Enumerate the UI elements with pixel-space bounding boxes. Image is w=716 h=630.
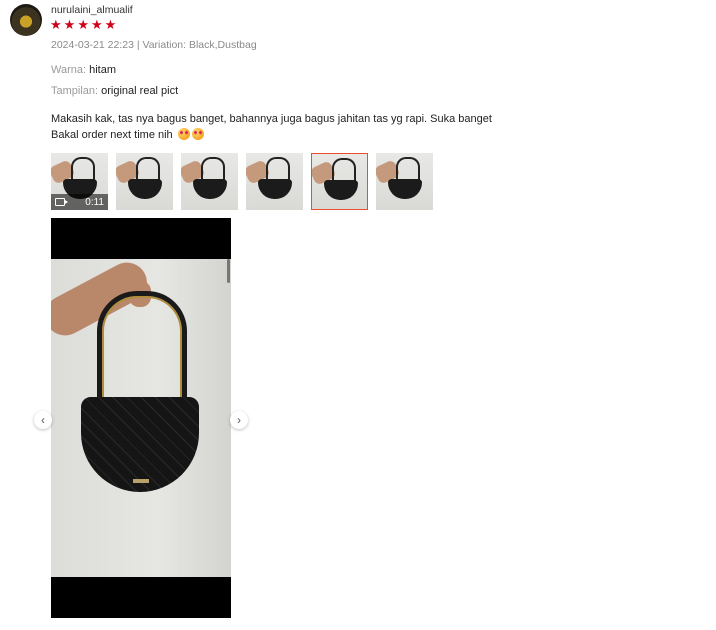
image-thumbnail[interactable]	[376, 153, 433, 210]
attribute-key: Warna:	[51, 64, 87, 76]
image-thumbnail[interactable]	[116, 153, 173, 210]
review-meta: 2024-03-21 22:23 | Variation: Black,Dust…	[51, 39, 257, 51]
chevron-left-icon[interactable]: ‹	[34, 411, 52, 429]
viewer-scrollbar[interactable]	[227, 259, 230, 283]
avatar[interactable]	[10, 4, 42, 36]
reviewer-username: nurulaini_almualif	[51, 4, 133, 16]
rating-stars: ★ ★ ★ ★ ★	[50, 18, 116, 32]
comment-line: Bakal order next time nih	[51, 129, 173, 141]
comment-line: Makasih kak, tas nya bagus banget, bahan…	[51, 113, 492, 125]
star-icon: ★	[90, 17, 103, 32]
heart-eyes-emoji-icon	[177, 128, 190, 140]
attribute-value: original real pict	[101, 85, 179, 97]
image-thumbnail-active[interactable]	[311, 153, 368, 210]
attribute-color: Warna: hitam	[51, 64, 116, 76]
product-photo	[51, 259, 231, 577]
star-icon: ★	[50, 17, 62, 32]
image-thumbnail[interactable]	[181, 153, 238, 210]
star-icon: ★	[104, 17, 117, 32]
comment-line-2: Bakal order next time nih	[51, 127, 521, 143]
attribute-appearance: Tampilan: original real pict	[51, 85, 178, 97]
attribute-key: Tampilan:	[51, 85, 99, 97]
video-duration: 0:11	[85, 196, 104, 208]
chevron-right-icon[interactable]: ›	[230, 411, 248, 429]
star-icon: ★	[63, 17, 76, 32]
attribute-value: hitam	[89, 64, 117, 76]
video-duration-bar: 0:11	[51, 194, 108, 210]
star-icon: ★	[77, 17, 89, 32]
image-thumbnail[interactable]	[246, 153, 303, 210]
review-comment: Makasih kak, tas nya bagus banget, bahan…	[51, 111, 521, 143]
video-thumbnail[interactable]: 0:11	[51, 153, 108, 210]
heart-eyes-emoji-icon	[191, 128, 204, 140]
media-viewer[interactable]	[51, 218, 231, 618]
media-thumbnails: 0:11	[51, 153, 433, 210]
video-camera-icon	[55, 198, 68, 206]
